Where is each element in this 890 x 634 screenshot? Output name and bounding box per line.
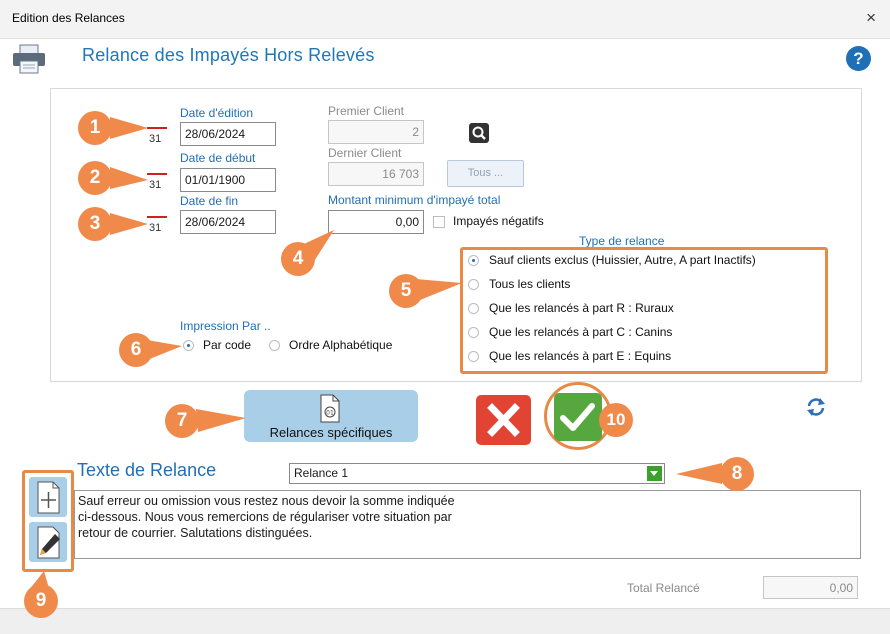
callout-arrow-7 xyxy=(196,409,246,432)
callout-4: 4 xyxy=(281,242,315,276)
callout-9: 9 xyxy=(24,584,58,618)
callout-8: 8 xyxy=(720,457,754,491)
callout-arrow-8 xyxy=(676,463,722,484)
callout-5: 5 xyxy=(389,274,423,308)
callout-arrow-2 xyxy=(110,167,148,189)
callout-2: 2 xyxy=(78,161,112,195)
callout-arrow-1 xyxy=(110,117,148,139)
callout-7: 7 xyxy=(165,404,199,438)
callout-1: 1 xyxy=(78,111,112,145)
callout-arrows xyxy=(29,117,722,592)
callout-10: 10 xyxy=(599,403,633,437)
callout-6: 6 xyxy=(119,333,153,367)
callout-3: 3 xyxy=(78,207,112,241)
callout-arrow-3 xyxy=(110,213,148,235)
